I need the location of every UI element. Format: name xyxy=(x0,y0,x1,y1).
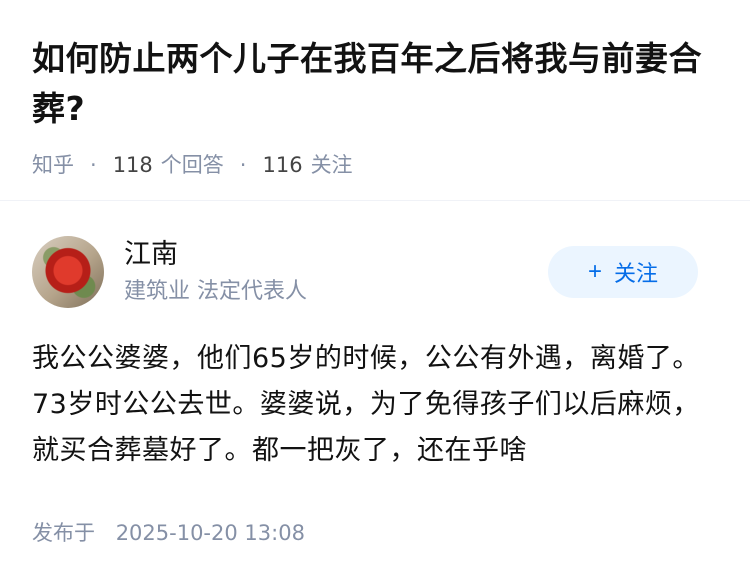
published-label: 发布于 xyxy=(32,521,95,545)
published-time: 2025-10-20 13:08 xyxy=(115,521,305,545)
separator-dot: · xyxy=(239,153,247,177)
follow-button-label: 关注 xyxy=(614,261,659,286)
answer-count-number: 118 xyxy=(112,153,153,177)
author-name[interactable]: 江南 xyxy=(124,236,548,274)
answer-count-label: 个回答 xyxy=(160,153,224,177)
question-title[interactable]: 如何防止两个儿子在我百年之后将我与前妻合葬? xyxy=(32,34,722,134)
zhihu-answer-page: 如何防止两个儿子在我百年之后将我与前妻合葬? 知乎 · 118 个回答 · 11… xyxy=(0,0,750,586)
question-meta: 知乎 · 118 个回答 · 116 关注 xyxy=(32,150,718,180)
answer-footer: 发布于 2025-10-20 13:08 xyxy=(32,518,305,548)
separator-dot: · xyxy=(90,153,97,177)
avatar[interactable] xyxy=(32,236,104,308)
section-divider xyxy=(0,200,750,201)
source-label[interactable]: 知乎 xyxy=(32,150,74,180)
answer-content: 我公公婆婆，他们65岁的时候，公公有外遇，离婚了。73岁时公公去世。婆婆说，为了… xyxy=(32,343,700,466)
author-card: 江南 建筑业 法定代表人 + 关注 xyxy=(32,236,698,308)
follow-button[interactable]: + 关注 xyxy=(548,246,698,298)
question-header: 如何防止两个儿子在我百年之后将我与前妻合葬? 知乎 · 118 个回答 · 11… xyxy=(0,0,750,180)
follower-count-number: 116 xyxy=(262,153,303,177)
plus-icon: + xyxy=(587,258,602,285)
follower-count-label: 关注 xyxy=(310,153,353,177)
author-info: 江南 建筑业 法定代表人 xyxy=(124,236,548,308)
author-headline: 建筑业 法定代表人 xyxy=(124,279,307,304)
